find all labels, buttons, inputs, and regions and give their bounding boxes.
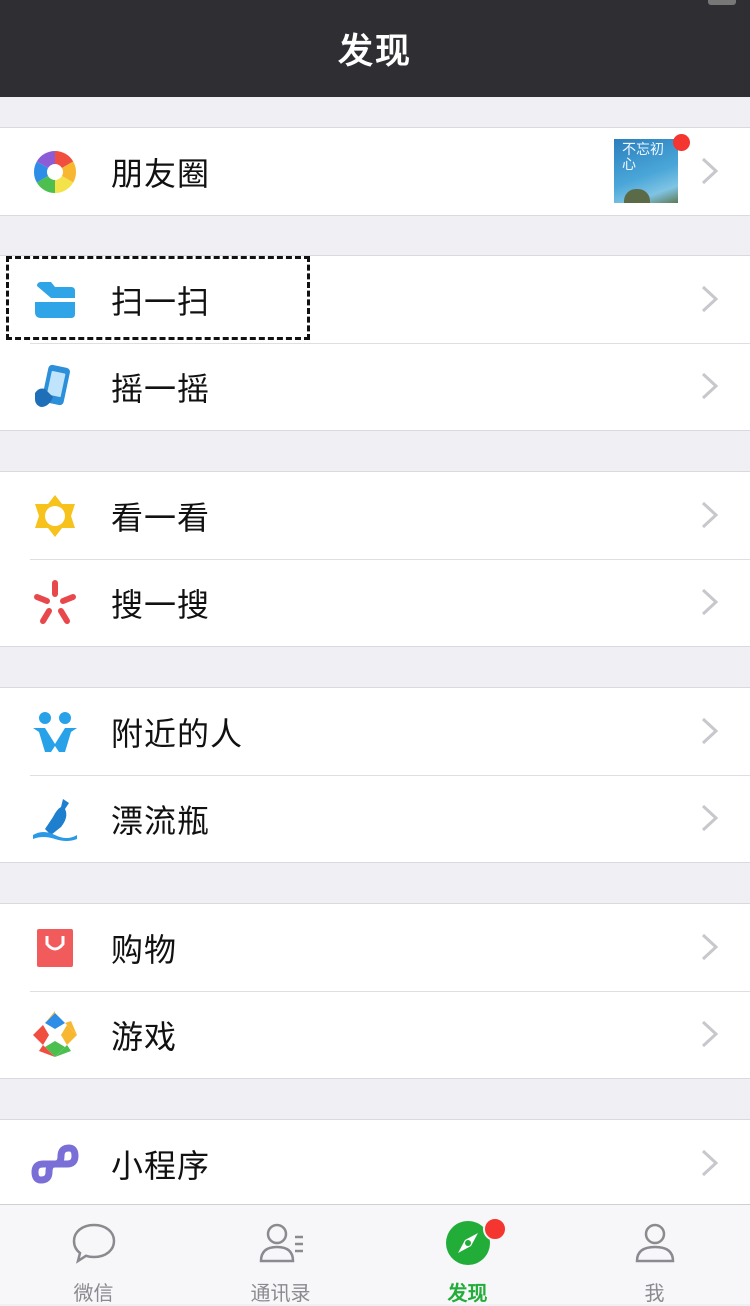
tab-label: 我 [644,1281,665,1305]
moments-thumbnail: 不忘初心 [614,139,678,203]
menu-item-label: 小程序 [111,1146,211,1185]
menu-item-label: 朋友圈 [111,154,211,193]
tab-chats[interactable]: 微信 [0,1205,187,1305]
chevron-right-icon [700,717,720,745]
menu-item-label: 漂流瓶 [111,801,211,840]
top-stories-icon [31,492,79,540]
menu-item-label: 看一看 [111,498,211,537]
games-icon [31,1011,79,1059]
chevron-right-icon [700,933,720,961]
tab-badge-dot [483,1217,507,1241]
menu-item-search[interactable]: 搜一搜 [0,559,750,646]
status-bar-battery [708,0,736,5]
tab-discover[interactable]: 发现 [374,1205,561,1305]
chevron-right-icon [700,285,720,313]
chevron-right-icon [700,804,720,832]
tab-label: 微信 [73,1281,114,1305]
menu-item-label: 搜一搜 [111,585,211,624]
menu-group-nearby-bottle: 附近的人 漂流瓶 [0,687,750,863]
chevron-right-icon [700,157,720,185]
tab-contacts[interactable]: 通讯录 [187,1205,374,1305]
menu-item-label: 附近的人 [111,714,244,753]
chat-bubble-icon [70,1219,118,1267]
chevron-right-icon [700,501,720,529]
page-title: 发现 [337,32,412,72]
chevron-right-icon [700,1020,720,1048]
tab-label: 发现 [447,1281,488,1305]
search-icon [31,579,79,627]
thumbnail-caption: 不忘初心 [622,142,664,173]
unread-badge [673,134,690,151]
menu-group-mini-programs: 小程序 [0,1119,750,1208]
navigation-bar: 发现 [0,0,750,97]
menu-item-shopping[interactable]: 购物 [0,904,750,991]
menu-item-label: 游戏 [111,1017,178,1056]
mini-programs-icon [31,1140,79,1188]
tab-me[interactable]: 我 [561,1205,748,1305]
menu-item-drift-bottle[interactable]: 漂流瓶 [0,775,750,862]
person-icon [631,1219,679,1267]
shake-icon [31,363,79,411]
chevron-right-icon [700,372,720,400]
menu-item-people-nearby[interactable]: 附近的人 [0,688,750,775]
menu-item-label: 摇一摇 [111,369,211,408]
menu-group-stories-search: 看一看 搜一搜 [0,471,750,647]
highlight-frame [6,256,310,340]
tab-label: 通讯录 [250,1281,311,1305]
menu-item-label: 购物 [111,930,178,969]
menu-item-mini-programs[interactable]: 小程序 [0,1120,750,1207]
menu-item-games[interactable]: 游戏 [0,991,750,1078]
menu-group-moments: 朋友圈 不忘初心 [0,127,750,216]
drift-bottle-icon [31,795,79,843]
menu-item-shake[interactable]: 摇一摇 [0,343,750,430]
chevron-right-icon [700,1149,720,1177]
moments-icon [31,148,79,196]
people-nearby-icon [31,708,79,756]
bottom-tab-bar: 微信 通讯录 发现 我 [0,1204,750,1305]
menu-item-top-stories[interactable]: 看一看 [0,472,750,559]
contacts-icon [257,1219,305,1267]
chevron-right-icon [700,588,720,616]
shopping-bag-icon [31,924,79,972]
menu-group-shopping-games: 购物 游戏 [0,903,750,1079]
menu-item-moments[interactable]: 朋友圈 不忘初心 [0,128,750,215]
